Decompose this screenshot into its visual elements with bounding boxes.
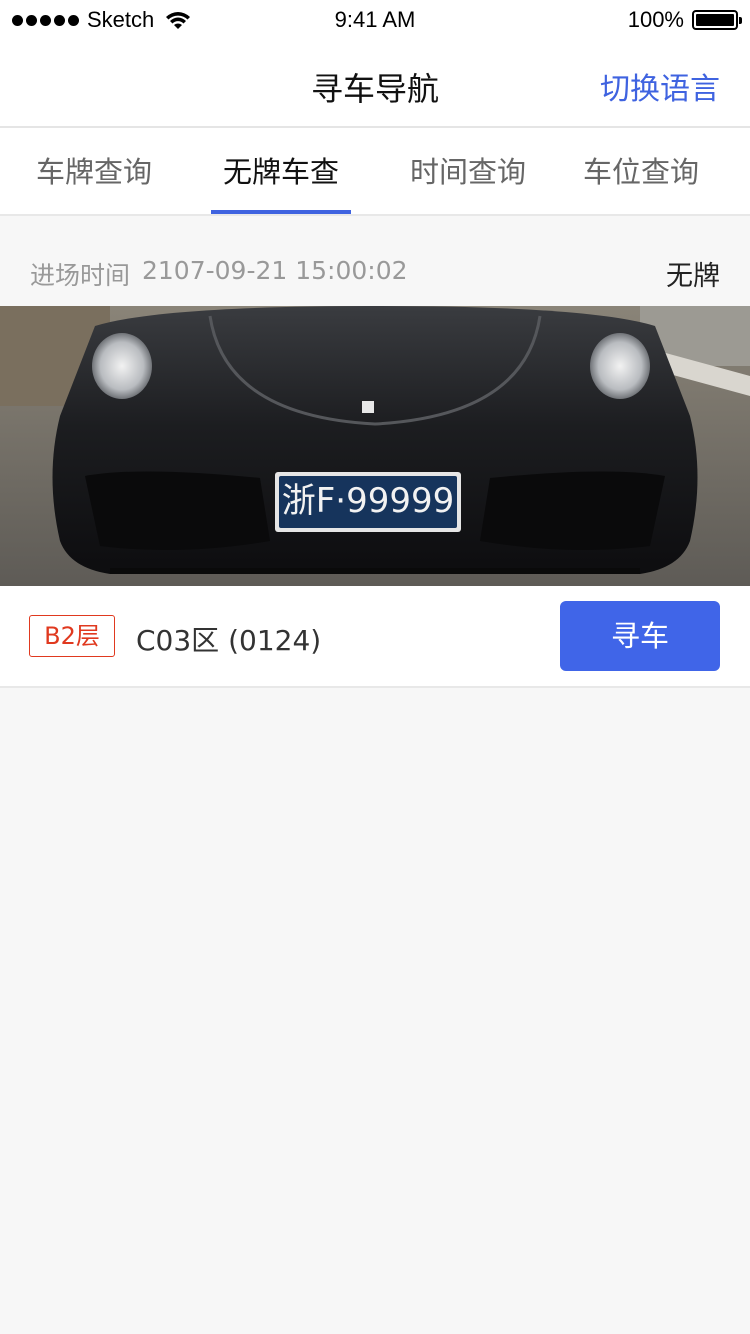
entry-time-row: 进场时间 2107-09-21 15:00:02 无牌 [0,236,750,306]
active-tab-indicator [211,210,351,214]
car-front-photo: 浙F·99999 [0,306,750,586]
plate-status: 无牌 [666,261,720,292]
tab-plate-query[interactable]: 车牌查询 [30,128,158,214]
plate-text: 浙F·99999 [282,481,455,521]
nav-bar: 寻车导航 切换语言 [0,40,750,128]
status-bar: Sketch 9:41 AM 100% [0,0,750,40]
parking-location: C03区 (0124) [136,624,322,657]
result-card[interactable]: 进场时间 2107-09-21 15:00:02 无牌 浙F·99999 B2层… [0,236,750,688]
floor-badge: B2层 [29,615,115,657]
status-right: 100% [627,7,742,33]
query-tabs: 车牌查询 无牌车查询 时间查询 车位查询 [0,128,750,277]
battery-percent: 100% [627,7,684,32]
battery-icon [692,10,742,30]
entry-time-label: 进场时间 [30,261,131,290]
find-car-button[interactable]: 寻车 [560,601,720,671]
entry-time-value: 2107-09-21 15:00:02 [142,256,408,285]
tab-space-query[interactable]: 车位查询 [577,128,705,214]
tab-time-query[interactable]: 时间查询 [404,128,532,214]
switch-language-button[interactable]: 切换语言 [600,64,720,108]
tab-no-plate-query[interactable]: 无牌车查询 [211,128,351,277]
